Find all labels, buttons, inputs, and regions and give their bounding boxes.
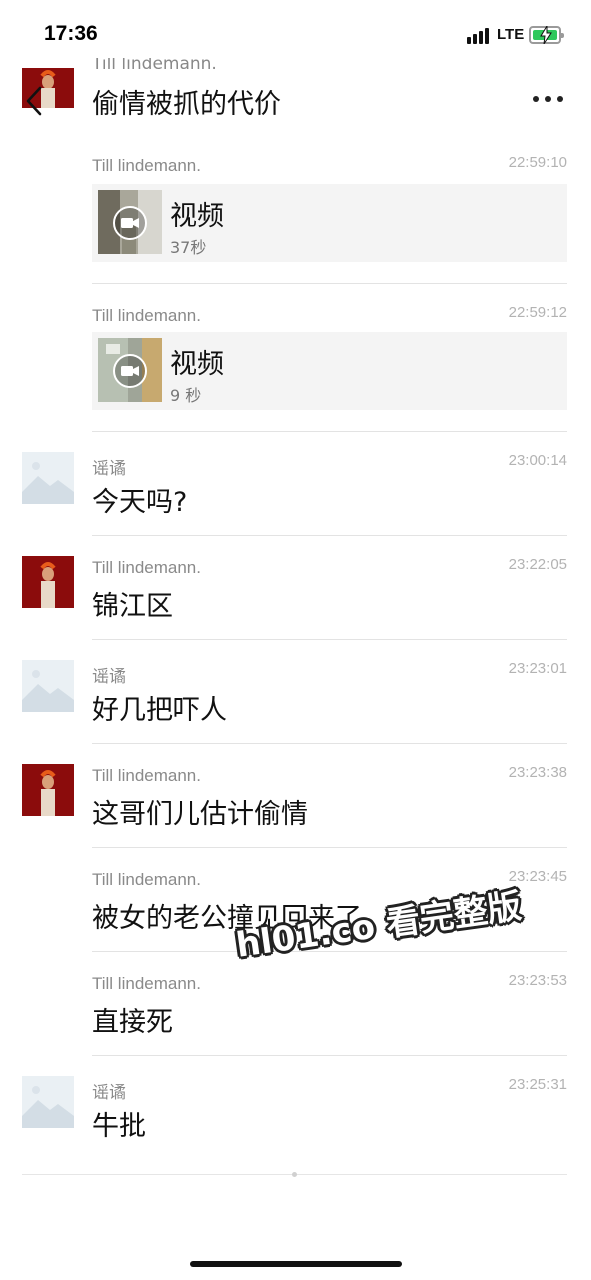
avatar[interactable] [22,452,74,504]
sender-name: Till lindemann. [92,558,201,577]
video-thumbnail [98,338,162,402]
message-item: Till lindemann. 22:59:10 视频 37秒 [0,134,591,284]
chat-header: Till lindemann. 偷情被抓的代价 [0,58,591,136]
sender-name: 谣谲 [92,667,126,686]
sender-name: Till lindemann. [92,156,201,175]
sender-name: Till lindemann. [92,974,201,993]
message-text: 牛批 [92,1111,146,1142]
avatar[interactable] [22,660,74,712]
signal-strength-icon [467,28,491,44]
avatar[interactable] [22,1076,74,1128]
avatar[interactable] [22,764,74,816]
video-title: 视频 [170,201,224,232]
video-title: 视频 [170,349,224,380]
sender-name: 谣谲 [92,1083,126,1102]
status-time: 17:36 [44,22,98,45]
message-text: 今天吗? [92,487,188,518]
video-duration: 9 秒 [170,386,202,405]
battery-icon [529,26,564,44]
message-text: 锦江区 [92,591,173,622]
message-time: 23:22:05 [508,556,567,573]
sender-name: Till lindemann. [92,870,201,889]
network-type: LTE [497,26,525,43]
page-title: 偷情被抓的代价 [92,89,281,120]
message-item: 谣谲 23:25:31 牛批 [0,1056,591,1160]
video-message[interactable]: 视频 9 秒 [92,332,567,410]
message-time: 22:59:12 [508,304,567,321]
scrolled-sender-name: Till lindemann. [92,58,217,72]
message-item: 谣谲 23:23:01 好几把吓人 [0,640,591,744]
message-item: 谣谲 23:00:14 今天吗? [0,432,591,536]
message-time: 22:59:10 [508,154,567,171]
more-dots-icon[interactable] [531,96,565,104]
video-message[interactable]: 视频 37秒 [92,184,567,262]
message-item: Till lindemann. 23:23:38 这哥们儿估计偷情 [0,744,591,848]
message-time: 23:25:31 [508,1076,567,1093]
sender-name: Till lindemann. [92,766,201,785]
video-thumbnail [98,190,162,254]
message-text: 直接死 [92,1007,173,1038]
chevron-left-icon[interactable] [24,84,44,118]
end-dot [292,1172,297,1177]
sender-name: Till lindemann. [92,306,201,325]
message-text: 好几把吓人 [92,695,227,726]
avatar[interactable] [22,556,74,608]
message-item: Till lindemann. 23:23:53 直接死 [0,952,591,1056]
message-time: 23:23:53 [508,972,567,989]
message-time: 23:23:38 [508,764,567,781]
home-indicator[interactable] [190,1261,402,1267]
video-duration: 37秒 [170,238,207,257]
video-camera-icon [121,218,133,228]
message-item: Till lindemann. 23:22:05 锦江区 [0,536,591,640]
message-time: 23:23:01 [508,660,567,677]
status-bar: 17:36 LTE [0,0,591,64]
sender-name: 谣谲 [92,459,126,478]
video-camera-icon [121,366,133,376]
message-time: 23:00:14 [508,452,567,469]
message-item: Till lindemann. 22:59:12 视频 9 秒 [0,284,591,432]
message-text: 这哥们儿估计偷情 [92,799,308,830]
